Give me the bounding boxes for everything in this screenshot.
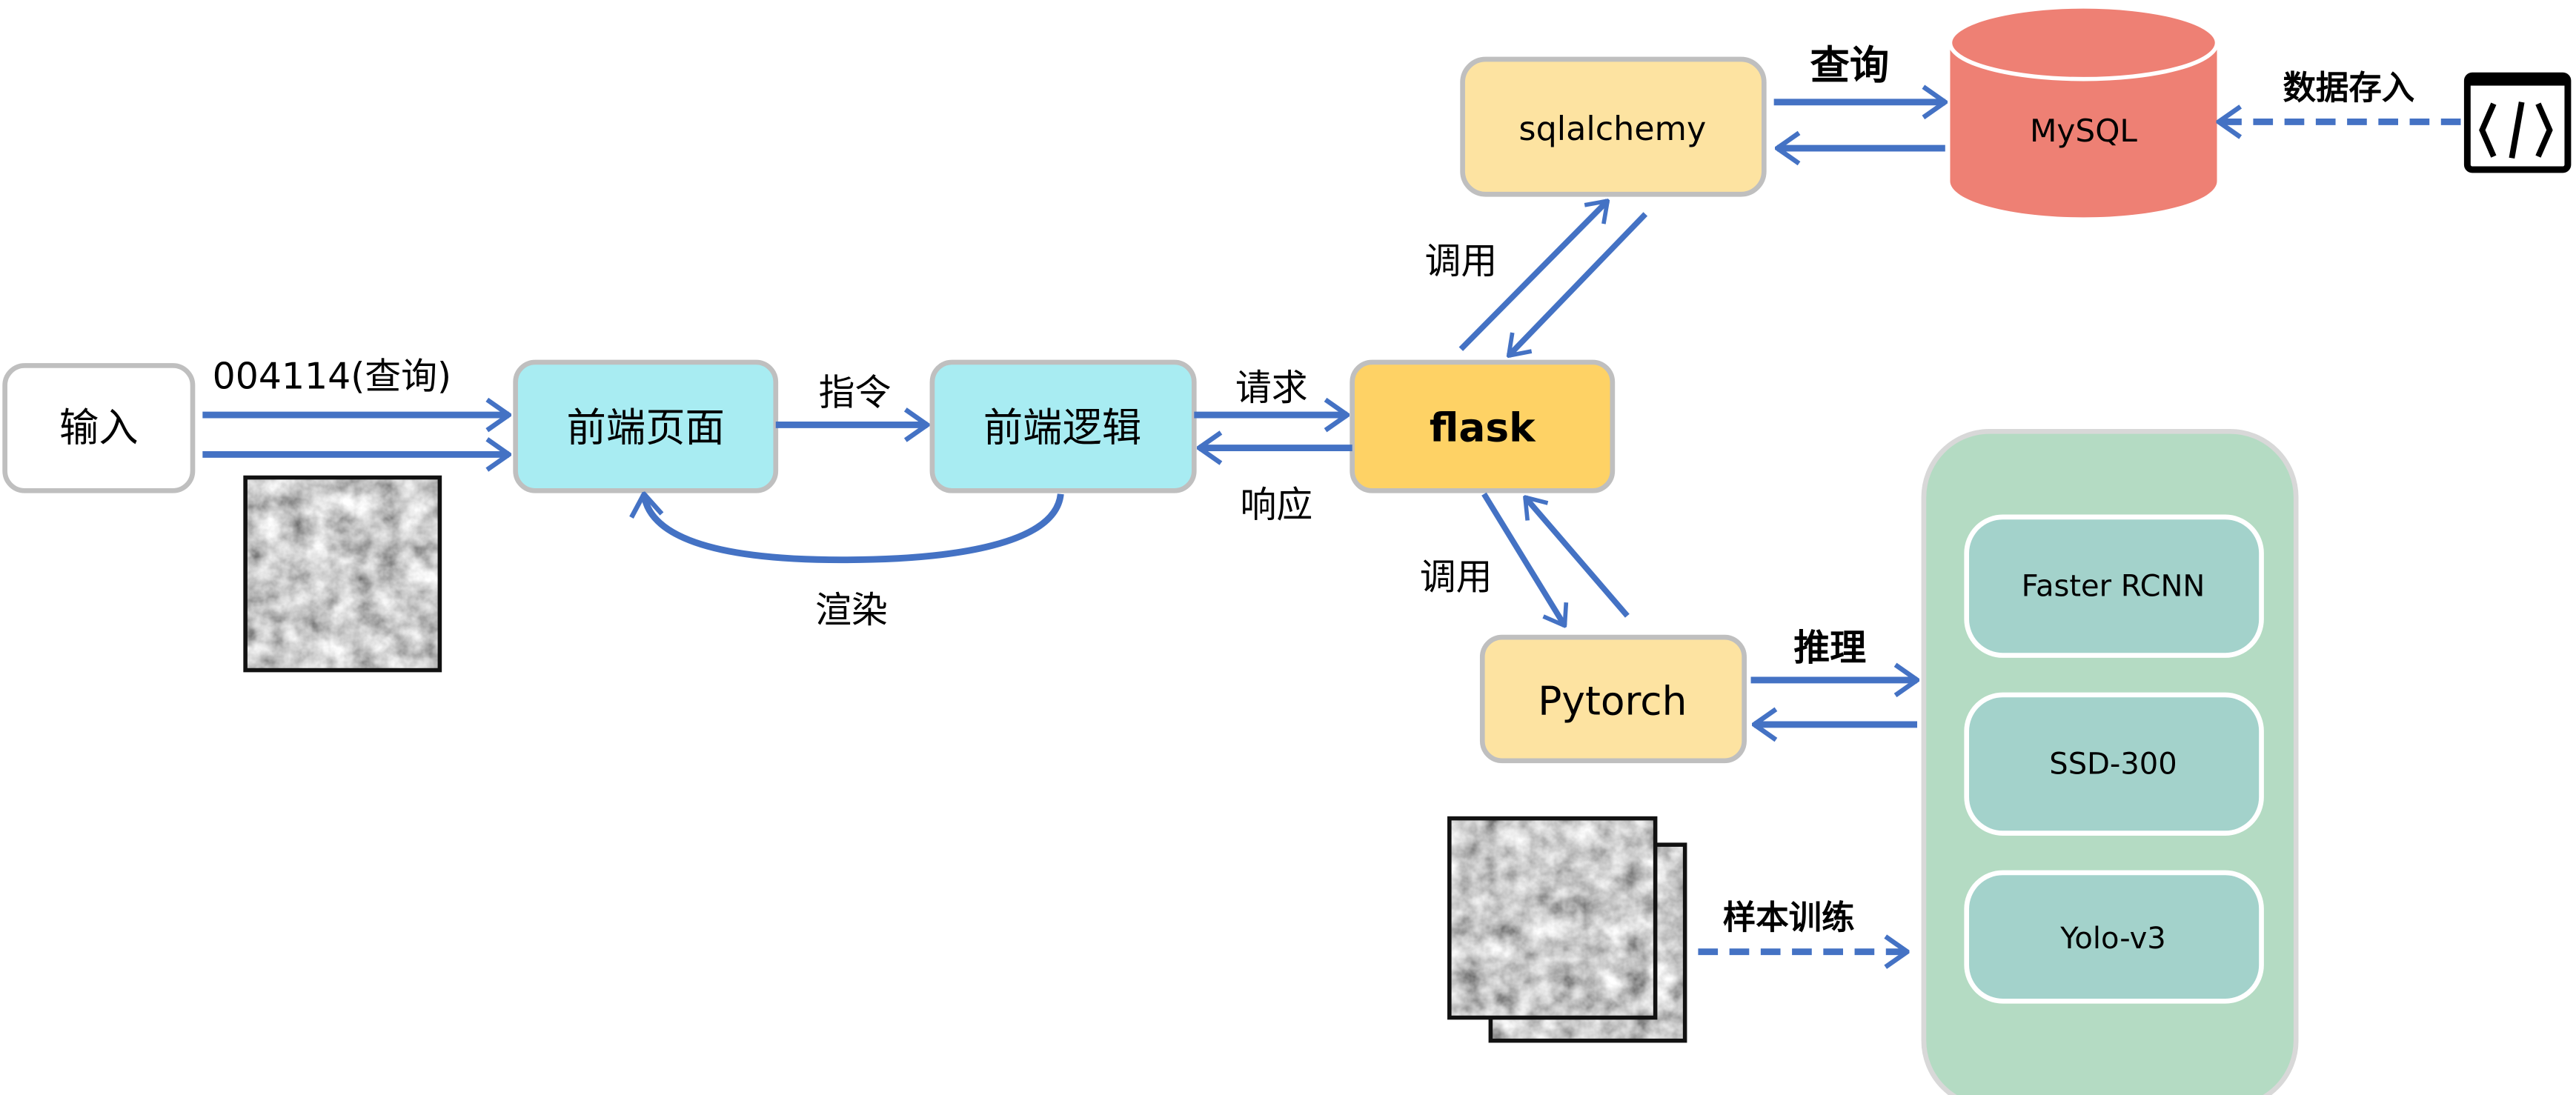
label-request: 请求: [1235, 367, 1308, 409]
input-node: 输入: [2, 363, 196, 493]
label-query: 查询: [1810, 42, 1890, 89]
arrow-render: [644, 494, 1064, 564]
frontend-page-label: 前端页面: [567, 405, 725, 451]
model-yolo-v3: Yolo-v3: [1964, 870, 2264, 1004]
label-input-query: 004114(查询): [213, 356, 451, 398]
label-call-db: 调用: [1424, 240, 1497, 282]
sqlalchemy-node: sqlalchemy: [1460, 56, 1767, 197]
input-label: 输入: [59, 405, 139, 451]
code-icon: [2463, 72, 2572, 173]
frontend-logic-node: 前端逻辑: [929, 359, 1197, 493]
architecture-diagram: 输入 前端页面 前端逻辑 flask sqlalchemy MySQL Pyto…: [2, 4, 2572, 1095]
label-response: 响应: [1241, 484, 1313, 526]
flask-label: flask: [1430, 405, 1536, 451]
model-panel: Faster RCNN SSD-300 Yolo-v3: [1921, 429, 2299, 1095]
label-call-model: 调用: [1420, 556, 1493, 599]
model-ssd-300: SSD-300: [1964, 692, 2264, 836]
flask-node: flask: [1350, 359, 1616, 493]
pytorch-label: Pytorch: [1538, 678, 1687, 725]
model-label: Yolo-v3: [2059, 922, 2165, 956]
satellite-image-input: [243, 475, 442, 673]
frontend-logic-label: 前端逻辑: [983, 405, 1141, 451]
arrow-pytorch-to-flask: [1525, 497, 1630, 618]
mysql-database: MySQL: [1948, 4, 2220, 218]
arrow-flask-to-pytorch: [1481, 492, 1564, 626]
label-data-store: 数据存入: [2283, 69, 2414, 107]
model-label: SSD-300: [2049, 748, 2177, 782]
sqlalchemy-label: sqlalchemy: [1518, 110, 1706, 148]
satellite-image-stack: [1447, 816, 1687, 1043]
model-label: Faster RCNN: [2022, 570, 2205, 604]
label-command: 指令: [819, 372, 892, 414]
model-faster-rcnn: Faster RCNN: [1964, 514, 2264, 658]
label-render: 渲染: [815, 589, 888, 631]
label-training: 样本训练: [1723, 899, 1855, 937]
pytorch-node: Pytorch: [1479, 634, 1747, 764]
mysql-label: MySQL: [2030, 113, 2137, 149]
frontend-page-node: 前端页面: [513, 359, 779, 493]
label-inference: 推理: [1793, 627, 1866, 669]
